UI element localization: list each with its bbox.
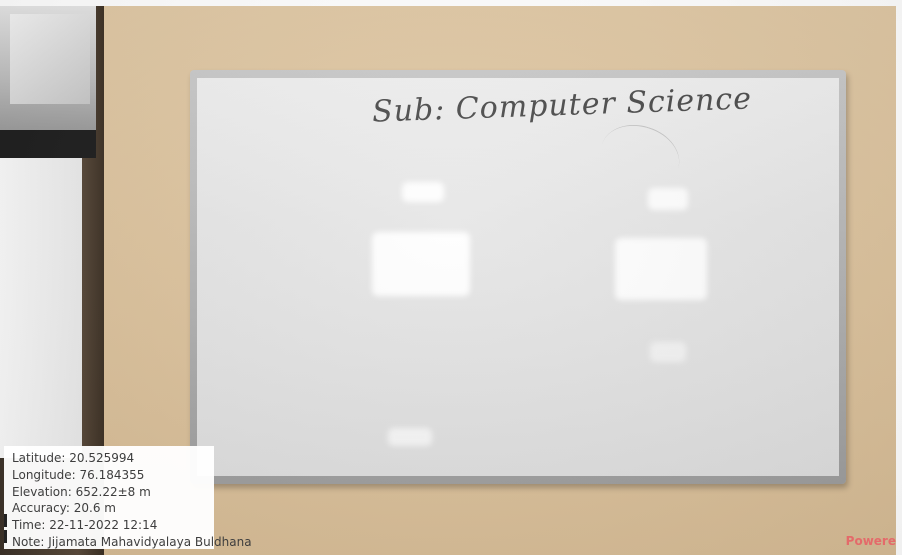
light-reflection bbox=[650, 342, 686, 362]
light-reflection bbox=[615, 238, 707, 300]
scan-margin bbox=[896, 0, 902, 555]
wall-panel bbox=[0, 158, 82, 458]
window-glass bbox=[0, 0, 96, 130]
elevation-text: Elevation: 652.22±8 m bbox=[12, 484, 151, 499]
light-reflection bbox=[388, 428, 432, 446]
app-watermark: Powere bbox=[845, 534, 896, 548]
accuracy-text: Accuracy: 20.6 m bbox=[12, 501, 116, 516]
longitude-text: Longitude: 76.184355 bbox=[12, 467, 145, 482]
light-reflection bbox=[372, 232, 470, 296]
time-text: Time: 22-11-2022 12:14 bbox=[12, 518, 158, 533]
note-text: Note: Jijamata Mahavidyalaya Buldhana bbox=[12, 534, 252, 549]
geotag-overlay: Latitude: 20.525994 Longitude: 76.184355… bbox=[4, 446, 252, 549]
scan-margin bbox=[0, 0, 902, 6]
light-reflection bbox=[402, 182, 444, 202]
overlay-marker bbox=[4, 514, 7, 527]
overlay-marker bbox=[4, 530, 7, 543]
latitude-text: Latitude: 20.525994 bbox=[12, 451, 135, 465]
window-sill bbox=[0, 130, 96, 158]
whiteboard-surface bbox=[197, 78, 839, 476]
